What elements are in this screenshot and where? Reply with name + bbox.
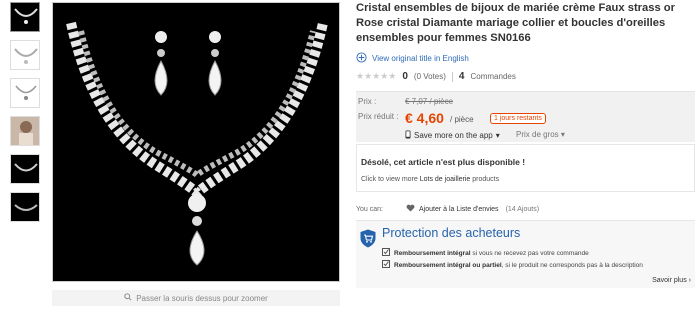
view-original-text: View original title in English	[372, 54, 469, 63]
discount-price-label: Prix réduit :	[358, 112, 399, 121]
protection-line-1: Remboursement intégral si vous ne receve…	[382, 248, 589, 258]
you-can-row: You can: Ajouter à la Liste d'envies (14…	[356, 204, 696, 214]
protection-line-2-text: , si le produit ne corresponds pas à la …	[501, 261, 643, 269]
bulk-price-dropdown[interactable]: Prix de gros ▾	[516, 130, 565, 139]
unavailable-notice: Désolé, cet article n'est plus disponibl…	[356, 144, 695, 192]
discount-price: € 4,60	[405, 110, 444, 126]
rating-stars-icon: ★★★★★	[356, 71, 397, 81]
thumbnail-list	[10, 2, 40, 230]
translate-icon	[356, 52, 367, 65]
orders-label: Commandes	[470, 72, 516, 81]
days-left-badge: 1 jours restants	[490, 113, 546, 124]
divider	[451, 71, 453, 82]
necklace-illustration	[53, 3, 339, 281]
protection-line-1-text: si vous ne recevez pas votre commande	[470, 249, 589, 257]
orders-count: 4	[458, 71, 465, 82]
chevron-down-icon: ▾	[495, 131, 500, 140]
chevron-down-icon: ▾	[560, 130, 565, 139]
learn-more-link[interactable]: Savoir plus ›	[652, 277, 691, 284]
view-more-prefix: Click to view more	[361, 176, 420, 183]
wishlist-count: (14 Ajouts)	[505, 205, 540, 213]
check-icon	[382, 248, 390, 258]
protection-line-1-bold: Remboursement intégral	[394, 249, 471, 257]
you-can-label: You can:	[356, 205, 383, 213]
view-more-link[interactable]: Lots de joaillerie	[420, 176, 471, 183]
shield-cart-icon	[360, 229, 376, 253]
add-to-wishlist-button[interactable]: Ajouter à la Liste d'envies	[406, 204, 499, 214]
protection-title: Protection des acheteurs	[382, 226, 521, 240]
thumbnail-5[interactable]	[10, 154, 40, 184]
check-icon	[382, 260, 390, 270]
unavailable-message: Désolé, cet article n'est plus disponibl…	[361, 157, 526, 167]
thumbnail-6[interactable]	[10, 192, 40, 222]
view-more-suffix: products	[470, 176, 500, 183]
price-box: Prix : € 7,07 / pièce Prix réduit : € 4,…	[356, 91, 695, 142]
per-piece: / pièce	[450, 115, 474, 124]
save-on-app[interactable]: Save more on the app ▾	[405, 130, 500, 141]
protection-line-2: Remboursement intégral ou partiel, si le…	[382, 260, 643, 270]
buyer-protection: Protection des acheteurs Remboursement i…	[356, 220, 695, 288]
product-main-image[interactable]	[52, 2, 340, 282]
thumbnail-3[interactable]	[10, 78, 40, 108]
view-original-link[interactable]: View original title in English	[356, 52, 696, 65]
magnifier-icon	[124, 293, 132, 303]
phone-icon	[405, 130, 411, 141]
wishlist-text: Ajouter à la Liste d'envies	[419, 205, 499, 213]
chevron-right-icon: ›	[688, 277, 691, 284]
thumbnail-1[interactable]	[10, 2, 40, 32]
price-label: Prix :	[358, 97, 377, 106]
learn-more-text: Savoir plus	[652, 277, 687, 284]
rating-count: 0	[402, 71, 408, 82]
view-more-line: Click to view more Lots de joaillerie pr…	[361, 176, 694, 183]
heart-icon	[406, 204, 415, 214]
zoom-hint-text: Passer la souris dessus pour zoomer	[136, 293, 268, 303]
thumbnail-2[interactable]	[10, 40, 40, 70]
zoom-hint: Passer la souris dessus pour zoomer	[52, 290, 340, 306]
product-title: Cristal ensembles de bijoux de mariée cr…	[356, 2, 675, 44]
rating-row: ★★★★★ 0 (0 Votes) 4 Commandes	[356, 71, 696, 82]
old-price: € 7,07 / pièce	[405, 97, 454, 106]
bulk-price-text: Prix de gros	[516, 130, 559, 139]
product-details: Cristal ensembles de bijoux de mariée cr…	[356, 0, 696, 288]
protection-line-2-bold: Remboursement intégral ou partiel	[394, 261, 502, 269]
thumbnail-4[interactable]	[10, 116, 40, 146]
save-on-app-text: Save more on the app	[414, 131, 493, 140]
votes-label[interactable]: (0 Votes)	[414, 72, 446, 81]
